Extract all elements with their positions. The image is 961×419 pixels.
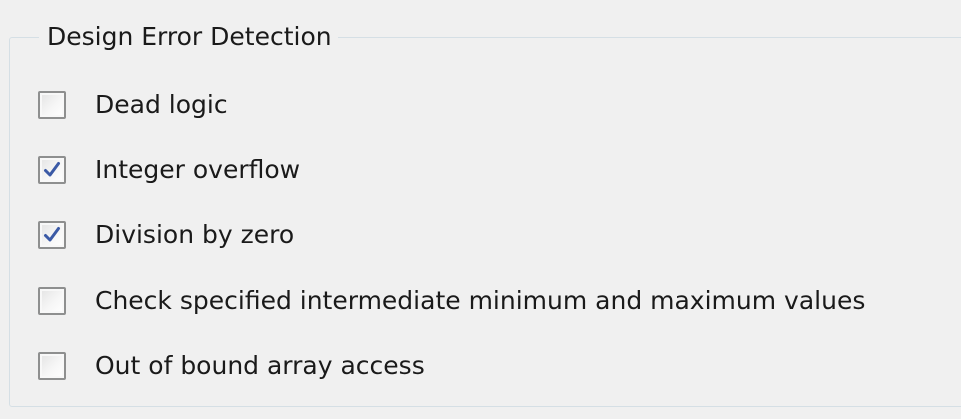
checkmark-icon bbox=[44, 227, 60, 242]
option-check-intermediate-min-max[interactable]: Check specified intermediate minimum and… bbox=[38, 281, 865, 321]
division-by-zero-label[interactable]: Division by zero bbox=[95, 219, 294, 251]
group-title: Design Error Detection bbox=[39, 21, 338, 53]
option-integer-overflow[interactable]: Integer overflow bbox=[38, 150, 300, 190]
out-of-bound-array-access-label[interactable]: Out of bound array access bbox=[95, 350, 425, 382]
option-division-by-zero[interactable]: Division by zero bbox=[38, 215, 294, 255]
integer-overflow-checkbox[interactable] bbox=[38, 156, 66, 184]
check-intermediate-min-max-checkbox[interactable] bbox=[38, 287, 66, 315]
checkmark-icon bbox=[44, 162, 60, 177]
dead-logic-label[interactable]: Dead logic bbox=[95, 89, 228, 121]
out-of-bound-array-access-checkbox[interactable] bbox=[38, 352, 66, 380]
dead-logic-checkbox[interactable] bbox=[38, 91, 66, 119]
option-dead-logic[interactable]: Dead logic bbox=[38, 85, 228, 125]
option-out-of-bound-array-access[interactable]: Out of bound array access bbox=[38, 346, 425, 386]
integer-overflow-label[interactable]: Integer overflow bbox=[95, 154, 300, 186]
check-intermediate-min-max-label[interactable]: Check specified intermediate minimum and… bbox=[95, 285, 865, 317]
division-by-zero-checkbox[interactable] bbox=[38, 221, 66, 249]
